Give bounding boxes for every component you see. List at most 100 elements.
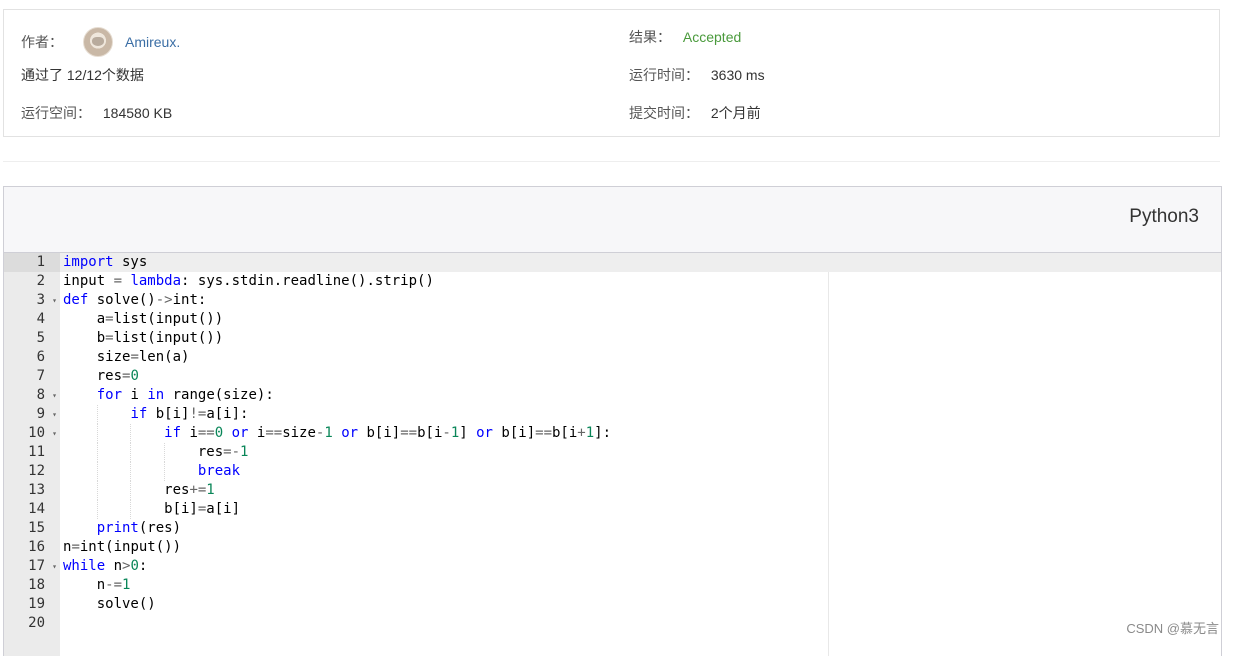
code-line[interactable]: res=0 xyxy=(60,367,1221,386)
fold-arrow-icon[interactable]: ▾ xyxy=(52,386,57,405)
code-line[interactable]: solve() xyxy=(60,595,1221,614)
code-line[interactable]: input = lambda: sys.stdin.readline().str… xyxy=(60,272,1221,291)
indent-guide xyxy=(130,462,132,481)
submission-info-card: 作者： Amireux. 通过了 12/12个数据 运行空间： 184580 K… xyxy=(3,9,1220,137)
code-line-text: b=list(input()) xyxy=(63,330,224,346)
language-label: Python3 xyxy=(1129,206,1199,227)
code-line-text: def solve()->int: xyxy=(63,292,207,308)
line-number-text: 14 xyxy=(28,501,45,517)
fold-arrow-icon[interactable]: ▾ xyxy=(52,291,57,310)
line-number-text: 13 xyxy=(28,482,45,498)
space-label: 运行空间： xyxy=(21,105,91,121)
runtime-row: 运行时间： 3630 ms xyxy=(629,65,765,85)
code-line-text: n=int(input()) xyxy=(63,539,182,555)
code-editor[interactable]: 1 2 3 ▾ 4 5 6 7 8 ▾ 9 ▾ 10 ▾ 11 12 13 14 15 16 17 ▾ 18 19 20 imp… xyxy=(4,253,1221,656)
line-number: 14 xyxy=(4,500,60,519)
code-line[interactable]: res+=1 xyxy=(60,481,1221,500)
code-line[interactable]: def solve()->int: xyxy=(60,291,1221,310)
section-divider xyxy=(3,161,1220,162)
author-name-link[interactable]: Amireux. xyxy=(125,32,180,52)
code-line-text: res+=1 xyxy=(63,482,215,498)
code-line[interactable]: break xyxy=(60,462,1221,481)
code-line[interactable]: print(res) xyxy=(60,519,1221,538)
indent-guide xyxy=(96,500,98,519)
line-number: 18 xyxy=(4,576,60,595)
code-line[interactable] xyxy=(60,614,1221,633)
code-panel: Python3 1 2 3 ▾ 4 5 6 7 8 ▾ 9 ▾ 10 ▾ 11 12 13 14 15 16 17 ▾ 18… xyxy=(3,186,1222,656)
indent-guide xyxy=(96,462,98,481)
memory-usage: 运行空间： 184580 KB xyxy=(21,103,172,123)
code-line-text: while n>0: xyxy=(63,558,148,574)
line-number: 5 xyxy=(4,329,60,348)
author-avatar[interactable] xyxy=(83,27,113,57)
code-line-text: size=len(a) xyxy=(63,349,190,365)
fold-arrow-icon[interactable]: ▾ xyxy=(52,557,57,576)
line-number: 11 xyxy=(4,443,60,462)
code-line-text: if b[i]!=a[i]: xyxy=(130,406,249,422)
line-number: 20 xyxy=(4,614,60,633)
fold-arrow-icon[interactable]: ▾ xyxy=(52,405,57,424)
line-number-text: 19 xyxy=(28,596,45,612)
line-number-text: 5 xyxy=(36,330,45,346)
indent-guide xyxy=(96,481,98,500)
line-number: 4 xyxy=(4,310,60,329)
code-line-text: for i in range(size): xyxy=(96,387,274,403)
code-line[interactable]: n-=1 xyxy=(60,576,1221,595)
code-line-text: b[i]=a[i] xyxy=(63,501,241,517)
line-number: 6 xyxy=(4,348,60,367)
time-label: 运行时间： xyxy=(629,67,699,83)
time-value: 3630 ms xyxy=(710,67,765,83)
code-line[interactable]: size=len(a) xyxy=(60,348,1221,367)
indent-guide xyxy=(130,424,132,443)
code-line[interactable]: n=int(input()) xyxy=(60,538,1221,557)
code-line-text: print(res) xyxy=(96,520,182,536)
code-line-text: a=list(input()) xyxy=(63,311,224,327)
line-number-text: 11 xyxy=(28,444,45,460)
line-number-text: 4 xyxy=(36,311,45,327)
line-number-text: 10 xyxy=(28,425,45,441)
code-line[interactable]: b=list(input()) xyxy=(60,329,1221,348)
code-line[interactable]: if i==0 or i==size-1 or b[i]==b[i-1] or … xyxy=(60,424,1221,443)
submit-label: 提交时间： xyxy=(629,105,699,121)
fold-arrow-icon[interactable]: ▾ xyxy=(52,424,57,443)
code-line[interactable]: b[i]=a[i] xyxy=(60,500,1221,519)
code-line-text: import sys xyxy=(63,254,148,270)
line-number: 15 xyxy=(4,519,60,538)
code-line[interactable]: if b[i]!=a[i]: xyxy=(60,405,1221,424)
line-number-text: 17 xyxy=(28,558,45,574)
line-number-text: 16 xyxy=(28,539,45,555)
indent-guide xyxy=(96,424,98,443)
code-line-text: res=-1 xyxy=(63,444,249,460)
code-line[interactable]: a=list(input()) xyxy=(60,310,1221,329)
code-line-text: if i==0 or i==size-1 or b[i]==b[i-1] or … xyxy=(164,425,612,441)
author-label: 作者： xyxy=(21,34,63,50)
code-line-text: res=0 xyxy=(63,368,139,384)
code-line[interactable]: while n>0: xyxy=(60,557,1221,576)
indent-guide xyxy=(96,443,98,462)
line-number: 17 ▾ xyxy=(4,557,60,576)
code-line[interactable]: import sys xyxy=(60,253,1221,272)
line-number: 9 ▾ xyxy=(4,405,60,424)
result-row: 结果： Accepted xyxy=(629,27,741,47)
submit-time-row: 提交时间： 2个月前 xyxy=(629,103,761,123)
line-number-text: 3 xyxy=(36,292,45,308)
code-line-text: input = lambda: sys.stdin.readline().str… xyxy=(63,273,434,289)
code-line[interactable]: res=-1 xyxy=(60,443,1221,462)
indent-guide xyxy=(130,481,132,500)
author-row: 作者： Amireux. xyxy=(21,27,180,57)
line-number: 13 xyxy=(4,481,60,500)
line-number-text: 18 xyxy=(28,577,45,593)
line-number-text: 9 xyxy=(36,406,45,422)
line-number: 3 ▾ xyxy=(4,291,60,310)
code-line[interactable]: for i in range(size): xyxy=(60,386,1221,405)
line-number: 19 xyxy=(4,595,60,614)
code-line-text: n-=1 xyxy=(63,577,131,593)
code-content[interactable]: import sys input = lambda: sys.stdin.read… xyxy=(60,253,1221,656)
line-number: 10 ▾ xyxy=(4,424,60,443)
line-number: 2 xyxy=(4,272,60,291)
indent-guide xyxy=(130,500,132,519)
indent-guide xyxy=(164,443,166,462)
line-number-text: 6 xyxy=(36,349,45,365)
code-line-text: break xyxy=(197,463,241,479)
submit-value: 2个月前 xyxy=(710,105,761,121)
